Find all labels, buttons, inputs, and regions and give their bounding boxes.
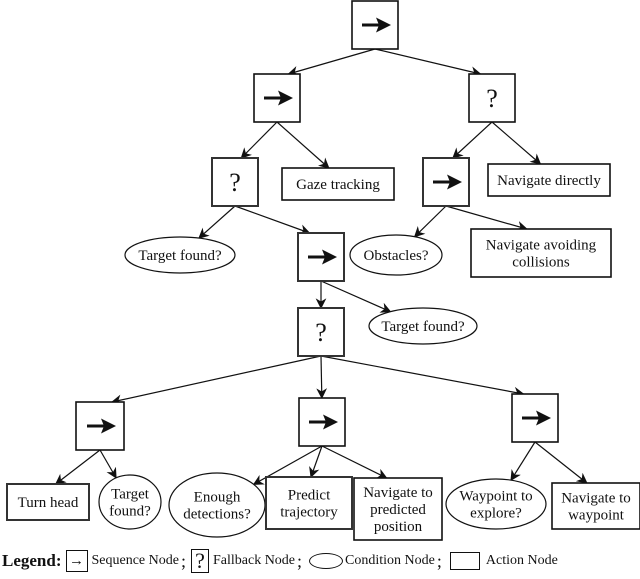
node-label: explore? bbox=[470, 506, 522, 522]
condition-node-enough: Enoughdetections? bbox=[168, 472, 266, 538]
sequence-node-seq_nav bbox=[422, 157, 470, 207]
legend-sequence-label: Sequence Node bbox=[91, 553, 179, 568]
fallback-question-icon: ? bbox=[229, 168, 241, 197]
fallback-question-icon: ? bbox=[315, 318, 327, 347]
legend-separator: ; bbox=[297, 550, 303, 571]
node-label: Navigate directly bbox=[497, 173, 601, 189]
edge-fb_top-to-seq_nav bbox=[452, 121, 493, 159]
edge-seqC-to-navwp bbox=[534, 441, 588, 484]
node-label: found? bbox=[109, 504, 151, 520]
edge-seq_nav-to-navavoid bbox=[445, 205, 528, 232]
condition-node-symbol-icon bbox=[309, 553, 344, 569]
legend-condition-label: Condition Node bbox=[345, 553, 435, 568]
legend-fallback-label: Fallback Node bbox=[212, 553, 296, 568]
node-label: Target found? bbox=[138, 248, 222, 264]
legend-action-label: Action Node bbox=[485, 553, 558, 568]
edge-fb2-to-seqC bbox=[320, 355, 525, 398]
node-label: Gaze tracking bbox=[296, 177, 380, 193]
condition-node-obst: Obstacles? bbox=[349, 234, 443, 276]
edge-root-to-seq1 bbox=[287, 48, 376, 77]
legend: Legend: → Sequence Node ; ? Fallback Nod… bbox=[2, 549, 558, 573]
node-label: Obstacles? bbox=[364, 248, 429, 264]
node-label: Navigate to bbox=[363, 485, 433, 501]
sequence-node-symbol-icon: → bbox=[65, 550, 88, 572]
node-label: Navigate avoiding bbox=[486, 238, 597, 254]
sequence-node-seqC bbox=[511, 393, 559, 443]
legend-separator: ; bbox=[436, 550, 442, 571]
condition-node-wpexp: Waypoint toexplore? bbox=[445, 478, 547, 530]
legend-separator: ; bbox=[180, 550, 186, 571]
edge-seq_nav-to-obst bbox=[413, 205, 447, 238]
behavior-tree-diagram: ?? Gaze tracking Navigate directly Target f… bbox=[6, 0, 640, 541]
edge-seqA-to-turn bbox=[54, 449, 101, 485]
edge-fb2-to-seqB bbox=[316, 355, 328, 400]
edge-fb_top-to-navdirect bbox=[491, 121, 542, 165]
node-label: waypoint bbox=[568, 508, 625, 524]
edge-fb2-to-seqA bbox=[110, 355, 322, 406]
node-label: Navigate to bbox=[561, 491, 631, 507]
condition-node-tf2: Target found? bbox=[368, 307, 478, 345]
edge-fb1-to-tf1 bbox=[198, 205, 236, 239]
node-label: position bbox=[374, 519, 423, 535]
node-label: Target found? bbox=[381, 319, 465, 335]
action-node-turn: Turn head bbox=[6, 483, 90, 521]
action-node-predict: Predicttrajectory bbox=[265, 476, 353, 530]
fallback-node-fb2: ? bbox=[297, 307, 345, 357]
fallback-node-fb_top: ? bbox=[468, 73, 516, 123]
action-node-symbol-icon bbox=[449, 552, 480, 570]
action-node-navdirect: Navigate directly bbox=[487, 163, 611, 197]
action-node-navpred: Navigate topredictedposition bbox=[353, 477, 443, 541]
legend-title: Legend: bbox=[2, 551, 62, 570]
node-label: Target bbox=[111, 487, 150, 503]
sequence-node-seqA bbox=[75, 401, 125, 451]
node-label: Waypoint to bbox=[459, 489, 532, 505]
sequence-node-root bbox=[351, 0, 399, 50]
action-node-navwp: Navigate towaypoint bbox=[551, 482, 640, 530]
fallback-question-icon: ? bbox=[486, 84, 498, 113]
node-label: Enough bbox=[194, 490, 241, 506]
sequence-node-seq1 bbox=[253, 73, 301, 123]
edge-root-to-fb_top bbox=[374, 48, 482, 78]
condition-node-tf3: Targetfound? bbox=[98, 474, 162, 530]
node-label: Predict bbox=[288, 488, 331, 504]
edge-seqA-to-tf3 bbox=[99, 449, 117, 479]
fallback-node-symbol-icon: ? bbox=[190, 549, 209, 573]
fallback-node-fb1: ? bbox=[211, 157, 259, 207]
sequence-node-seqB bbox=[298, 397, 346, 447]
node-label: collisions bbox=[512, 255, 570, 271]
edge-seqC-to-wpexp bbox=[510, 441, 536, 482]
edge-seqB-to-navpred bbox=[321, 445, 388, 479]
node-label: Turn head bbox=[18, 495, 79, 511]
node-label: trajectory bbox=[280, 505, 338, 521]
edge-fb1-to-seq2 bbox=[234, 205, 311, 235]
node-label: predicted bbox=[370, 502, 426, 518]
condition-node-tf1: Target found? bbox=[124, 236, 236, 274]
edge-seq1-to-gaze bbox=[276, 121, 330, 169]
action-node-gaze: Gaze tracking bbox=[281, 167, 395, 201]
edge-seq1-to-fb1 bbox=[240, 121, 278, 159]
action-node-navavoid: Navigate avoidingcollisions bbox=[470, 228, 612, 278]
sequence-node-seq2 bbox=[297, 232, 345, 282]
node-label: detections? bbox=[183, 507, 251, 523]
